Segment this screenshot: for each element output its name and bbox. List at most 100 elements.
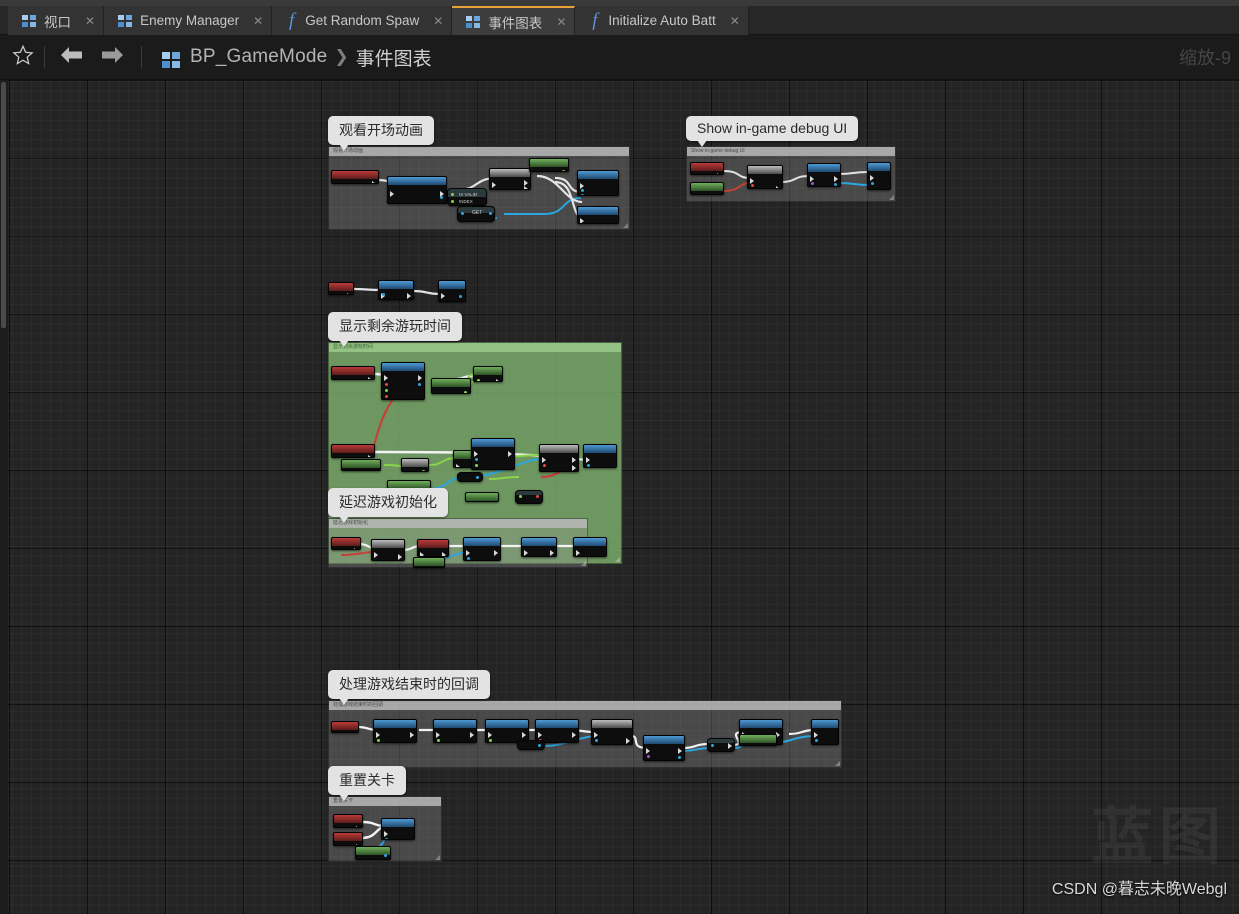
data-in-pin[interactable] bbox=[377, 739, 380, 742]
exec-in-pin[interactable] bbox=[538, 732, 542, 738]
data-in-pin[interactable] bbox=[467, 557, 470, 560]
data-in-pin[interactable] bbox=[519, 495, 522, 498]
reroute-node[interactable] bbox=[457, 472, 483, 482]
breadcrumb-root[interactable]: BP_GameMode bbox=[190, 46, 327, 68]
exec-out-pin[interactable] bbox=[372, 181, 376, 183]
exec-out-pin[interactable] bbox=[354, 548, 358, 549]
data-in-pin[interactable] bbox=[475, 458, 478, 461]
data-in-pin[interactable] bbox=[382, 293, 385, 296]
exec-out-pin[interactable] bbox=[572, 732, 576, 738]
data-out-pin[interactable] bbox=[418, 383, 421, 386]
variable-node[interactable] bbox=[431, 378, 471, 394]
arrow-right-icon[interactable] bbox=[99, 44, 125, 71]
function-node[interactable] bbox=[643, 735, 685, 761]
reroute-node[interactable] bbox=[517, 740, 545, 750]
vertical-scrollbar-thumb[interactable] bbox=[1, 82, 6, 328]
close-icon[interactable]: ✕ bbox=[433, 15, 443, 27]
variable-node[interactable] bbox=[739, 734, 777, 746]
exec-out-pin[interactable] bbox=[728, 743, 732, 749]
comment-bubble-6[interactable]: 重置关卡 bbox=[328, 766, 406, 801]
comment-box-4[interactable]: 延迟游戏初始化 bbox=[328, 518, 607, 568]
function-node[interactable] bbox=[811, 719, 839, 745]
comment-resize-handle[interactable] bbox=[435, 855, 440, 860]
is-valid-node[interactable]: IS VALID INDEX bbox=[447, 188, 487, 206]
event-node[interactable] bbox=[333, 832, 363, 846]
data-in-pin[interactable] bbox=[385, 838, 388, 839]
exec-in-pin[interactable] bbox=[586, 457, 590, 463]
exec-out-pin[interactable] bbox=[522, 732, 526, 738]
exec-in-pin[interactable] bbox=[492, 182, 496, 188]
variable-node[interactable] bbox=[690, 182, 724, 195]
event-node[interactable] bbox=[331, 444, 375, 458]
function-node[interactable] bbox=[387, 176, 447, 204]
exec-in-pin[interactable] bbox=[870, 175, 874, 181]
data-in-pin[interactable] bbox=[647, 755, 650, 758]
exec-in-pin[interactable] bbox=[384, 375, 388, 381]
exec-out-pin[interactable] bbox=[352, 732, 356, 733]
function-node[interactable] bbox=[373, 719, 417, 743]
exec-in-pin[interactable] bbox=[384, 831, 388, 837]
function-node[interactable] bbox=[807, 163, 841, 187]
tab-enemy-manager[interactable]: Enemy Manager ✕ bbox=[104, 6, 273, 35]
close-icon[interactable]: ✕ bbox=[730, 15, 740, 27]
function-node[interactable] bbox=[371, 539, 405, 561]
exec-in-pin[interactable] bbox=[376, 732, 380, 738]
tab-get-random-spawn[interactable]: f Get Random Spaw ✕ bbox=[272, 6, 453, 35]
exec-in-pin[interactable] bbox=[441, 293, 445, 299]
data-in-pin[interactable] bbox=[543, 464, 546, 467]
get-node[interactable]: GET bbox=[457, 206, 495, 222]
tab-viewport[interactable]: 视口 ✕ bbox=[8, 6, 105, 35]
data-in-pin[interactable] bbox=[595, 739, 598, 742]
exec-in-pin[interactable] bbox=[814, 732, 818, 738]
event-node[interactable] bbox=[331, 537, 361, 550]
exec-out-pin[interactable] bbox=[717, 173, 721, 174]
data-out-pin[interactable] bbox=[489, 212, 492, 215]
exec-out-pin[interactable] bbox=[347, 293, 351, 294]
function-node[interactable] bbox=[573, 537, 607, 557]
event-node[interactable] bbox=[331, 170, 379, 184]
branch-node[interactable] bbox=[539, 444, 579, 472]
event-node[interactable] bbox=[690, 162, 724, 175]
data-in-pin[interactable] bbox=[711, 744, 714, 747]
variable-node[interactable] bbox=[341, 459, 381, 471]
exec-in-pin[interactable] bbox=[594, 732, 598, 738]
exec-out-pin[interactable] bbox=[834, 176, 838, 182]
data-out-pin[interactable] bbox=[464, 391, 467, 393]
event-node[interactable] bbox=[333, 814, 363, 828]
data-in-pin[interactable] bbox=[815, 739, 818, 742]
math-node[interactable] bbox=[401, 458, 429, 472]
function-node[interactable] bbox=[577, 170, 619, 196]
exec-in-pin[interactable] bbox=[580, 218, 584, 223]
exec-out-pin[interactable] bbox=[678, 748, 682, 754]
function-node[interactable] bbox=[521, 537, 557, 557]
data-out-pin[interactable] bbox=[770, 745, 773, 746]
function-node[interactable] bbox=[577, 206, 619, 224]
comment-bubble-4[interactable]: 延迟游戏初始化 bbox=[328, 488, 448, 523]
exec-out-pin[interactable] bbox=[776, 186, 780, 188]
exec-in-pin[interactable] bbox=[456, 464, 460, 467]
arrow-left-icon[interactable] bbox=[59, 44, 85, 71]
data-out-pin[interactable] bbox=[422, 470, 425, 471]
exec-in-pin[interactable] bbox=[576, 550, 580, 556]
comment-box-5[interactable]: 处理游戏结束时的回调 bbox=[328, 700, 842, 768]
data-in-pin[interactable] bbox=[437, 739, 440, 742]
data-out-pin[interactable] bbox=[717, 194, 720, 195]
comment-bubble-5[interactable]: 处理游戏结束时的回调 bbox=[328, 670, 490, 705]
function-node[interactable] bbox=[381, 362, 425, 400]
tab-initialize-auto-battle[interactable]: f Initialize Auto Batt ✕ bbox=[575, 6, 749, 35]
variable-node[interactable] bbox=[413, 557, 445, 568]
exec-out-pin[interactable] bbox=[470, 732, 474, 738]
comment-resize-handle[interactable] bbox=[615, 557, 620, 562]
data-in-pin[interactable] bbox=[811, 182, 814, 185]
exec-out-pin[interactable] bbox=[410, 732, 414, 738]
data-out-pin[interactable] bbox=[384, 854, 387, 857]
exec-out-pin[interactable] bbox=[496, 379, 500, 381]
comment-resize-handle[interactable] bbox=[889, 195, 894, 200]
comment-box-2[interactable]: Show in-game debug UI bbox=[686, 146, 896, 202]
exec-out-pin[interactable] bbox=[398, 554, 402, 560]
exec-in-pin[interactable] bbox=[390, 191, 394, 197]
event-node[interactable] bbox=[331, 721, 359, 733]
function-node[interactable] bbox=[867, 162, 891, 190]
data-in-pin[interactable] bbox=[461, 212, 464, 215]
variable-node[interactable] bbox=[355, 846, 391, 860]
